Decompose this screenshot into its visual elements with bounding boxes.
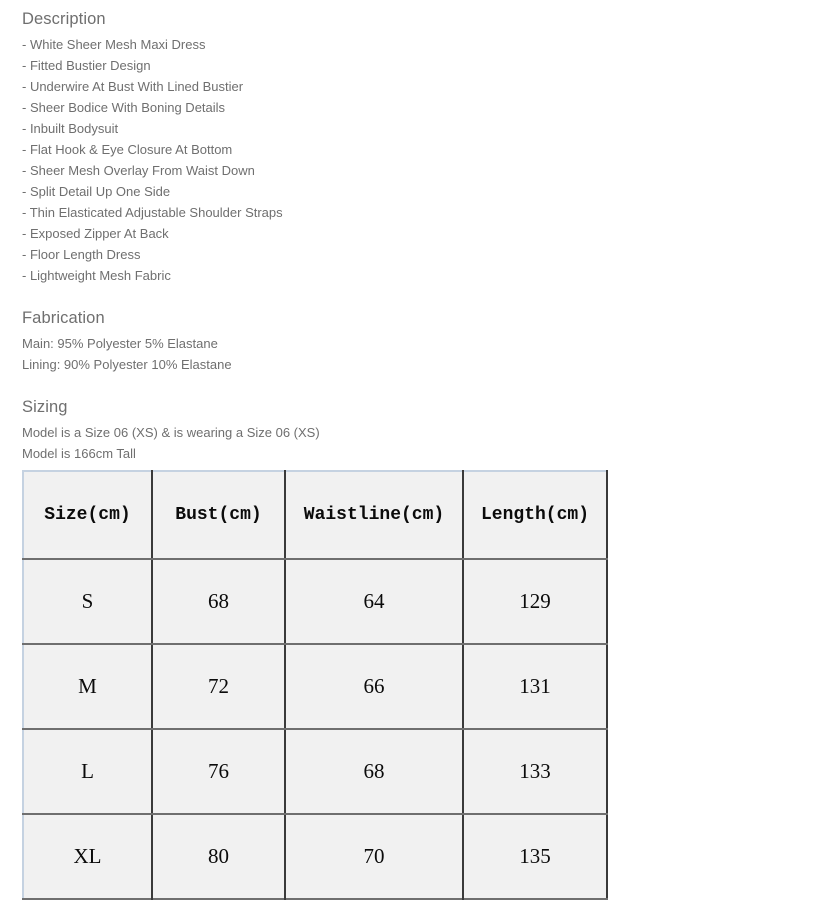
description-heading: Description xyxy=(22,10,106,28)
table-row: L 76 68 133 xyxy=(23,729,607,815)
table-row: M 72 66 131 xyxy=(23,644,607,730)
column-header-size: Size(cm) xyxy=(23,471,153,560)
table-row: XL 80 70 135 xyxy=(23,814,607,899)
content-container: Description - White Sheer Mesh Maxi Dres… xyxy=(0,0,817,900)
description-section: Description - White Sheer Mesh Maxi Dres… xyxy=(22,8,817,286)
list-item: - Underwire At Bust With Lined Bustier xyxy=(22,79,244,94)
cell-length: 129 xyxy=(463,559,607,645)
list-item: - Sheer Bodice With Boning Details xyxy=(22,100,226,115)
model-size-note: Model is a Size 06 (XS) & is wearing a S… xyxy=(22,425,320,440)
size-chart-table: Size(cm) Bust(cm) Waistline(cm) Length(c… xyxy=(22,470,608,900)
fabrication-section: Fabrication Main: 95% Polyester 5% Elast… xyxy=(22,307,817,375)
list-item: - White Sheer Mesh Maxi Dress xyxy=(22,37,206,52)
model-height-note: Model is 166cm Tall xyxy=(22,446,136,461)
cell-waistline: 68 xyxy=(285,729,464,815)
cell-length: 131 xyxy=(463,644,607,730)
cell-waistline: 66 xyxy=(285,644,464,730)
list-item: - Flat Hook & Eye Closure At Bottom xyxy=(22,142,233,157)
cell-size: S xyxy=(23,559,153,645)
cell-waistline: 64 xyxy=(285,559,464,645)
cell-bust: 76 xyxy=(152,729,286,815)
column-header-bust: Bust(cm) xyxy=(152,471,286,560)
list-item: - Exposed Zipper At Back xyxy=(22,226,169,241)
list-item: - Floor Length Dress xyxy=(22,247,141,262)
list-item: - Split Detail Up One Side xyxy=(22,184,171,199)
cell-bust: 68 xyxy=(152,559,286,645)
description-feature-list: - White Sheer Mesh Maxi Dress - Fitted B… xyxy=(22,34,817,286)
cell-size: L xyxy=(23,729,153,815)
column-header-waistline: Waistline(cm) xyxy=(285,471,464,560)
fabrication-lining-material: Lining: 90% Polyester 10% Elastane xyxy=(22,357,232,372)
list-item: - Lightweight Mesh Fabric xyxy=(22,268,171,283)
cell-waistline: 70 xyxy=(285,814,464,899)
column-header-length: Length(cm) xyxy=(463,471,607,560)
cell-length: 133 xyxy=(463,729,607,815)
cell-bust: 72 xyxy=(152,644,286,730)
cell-length: 135 xyxy=(463,814,607,899)
list-item: - Fitted Bustier Design xyxy=(22,58,151,73)
sizing-heading: Sizing xyxy=(22,398,68,416)
table-row: S 68 64 129 xyxy=(23,559,607,645)
fabrication-main-material: Main: 95% Polyester 5% Elastane xyxy=(22,336,218,351)
list-item: - Thin Elasticated Adjustable Shoulder S… xyxy=(22,205,283,220)
size-chart-container: Size(cm) Bust(cm) Waistline(cm) Length(c… xyxy=(22,470,817,900)
cell-size: M xyxy=(23,644,153,730)
fabrication-heading: Fabrication xyxy=(22,309,105,327)
sizing-section: Sizing Model is a Size 06 (XS) & is wear… xyxy=(22,396,817,900)
size-chart-body: S 68 64 129 M 72 66 131 L 76 68 133 XL 8… xyxy=(23,559,607,899)
list-item: - Inbuilt Bodysuit xyxy=(22,121,119,136)
list-item: - Sheer Mesh Overlay From Waist Down xyxy=(22,163,255,178)
cell-size: XL xyxy=(23,814,153,899)
size-chart-head: Size(cm) Bust(cm) Waistline(cm) Length(c… xyxy=(23,471,607,560)
product-details-page: Description - White Sheer Mesh Maxi Dres… xyxy=(0,0,817,900)
cell-bust: 80 xyxy=(152,814,286,899)
table-header-row: Size(cm) Bust(cm) Waistline(cm) Length(c… xyxy=(23,471,607,560)
